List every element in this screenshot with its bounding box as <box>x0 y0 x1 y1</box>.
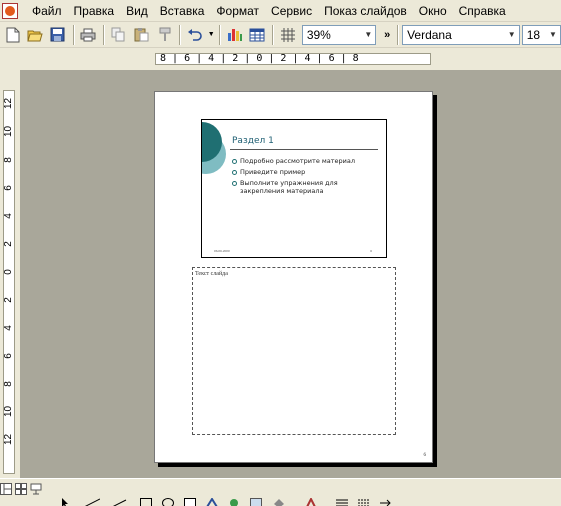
new-icon[interactable] <box>2 24 24 46</box>
line-style-icon[interactable] <box>336 497 350 506</box>
slideshow-view-icon[interactable] <box>30 483 42 495</box>
fill-color-icon[interactable] <box>272 497 296 506</box>
vruler-label: 2 <box>3 297 14 303</box>
textbox-icon[interactable] <box>184 497 198 506</box>
slide-decoration <box>202 122 226 174</box>
ellipse-icon[interactable] <box>162 497 176 506</box>
vruler-label: 12 <box>3 433 14 445</box>
font-name-value: Verdana <box>407 27 452 42</box>
toolbar-overflow-icon[interactable]: » <box>380 25 394 45</box>
vruler-label: 4 <box>3 213 14 219</box>
copy-icon[interactable] <box>108 24 130 46</box>
ruler-labels: 8 | 6 | 4 | 2 | 0 | 2 | 4 | 6 | 8 <box>160 53 359 64</box>
menu-slideshow[interactable]: Показ слайдов <box>318 1 413 21</box>
rectangle-icon[interactable] <box>140 497 154 506</box>
chart-icon[interactable] <box>224 24 246 46</box>
notes-placeholder[interactable]: Текст слайда <box>192 267 396 435</box>
arrow-icon[interactable] <box>112 497 132 506</box>
slide-number: 6 <box>370 249 372 253</box>
vruler-label: 8 <box>3 381 14 387</box>
chevron-down-icon[interactable]: ▼ <box>505 26 519 44</box>
bottom-bar <box>0 478 561 506</box>
slide-title-underline <box>230 149 378 150</box>
vruler-label: 12 <box>3 97 14 109</box>
toolbar-separator <box>219 24 222 45</box>
zoom-value: 39% <box>306 27 331 42</box>
undo-icon[interactable] <box>184 24 206 46</box>
toolbar-separator <box>103 24 106 45</box>
chevron-down-icon[interactable]: ▼ <box>546 26 560 44</box>
horizontal-ruler[interactable]: 8 | 6 | 4 | 2 | 0 | 2 | 4 | 6 | 8 <box>155 53 431 65</box>
font-name-select[interactable]: Verdana ▼ <box>402 24 520 45</box>
toolbar-separator <box>72 24 75 45</box>
font-color-icon[interactable] <box>304 496 328 506</box>
horizontal-ruler-strip: 8 | 6 | 4 | 2 | 0 | 2 | 4 | 6 | 8 <box>0 48 561 70</box>
normal-view-icon[interactable] <box>0 483 12 495</box>
slide-bullet-list: Подробно рассмотрите материал Приведите … <box>232 157 382 198</box>
toolbar-separator <box>178 24 181 45</box>
menu-help[interactable]: Справка <box>453 1 512 21</box>
slide-date: 06.06.2000 <box>214 249 230 253</box>
slide-title: Раздел 1 <box>232 136 274 146</box>
menu-file[interactable]: Файл <box>26 1 68 21</box>
toolbar-separator <box>397 24 400 45</box>
format-painter-icon[interactable] <box>153 24 175 46</box>
print-icon[interactable] <box>78 24 100 46</box>
standard-toolbar: ▼ 39% ▼ » Verdana ▼ 18 ▼ <box>0 22 561 48</box>
vruler-label: 10 <box>3 405 14 417</box>
menu-insert[interactable]: Вставка <box>154 1 211 21</box>
zoom-select[interactable]: 39% ▼ <box>301 24 377 45</box>
chevron-down-icon[interactable]: ▼ <box>361 26 375 44</box>
menu-view[interactable]: Вид <box>120 1 154 21</box>
notes-placeholder-text: Текст слайда <box>195 271 228 277</box>
vruler-label: 6 <box>3 185 14 191</box>
dash-style-icon[interactable] <box>358 497 372 506</box>
slide-bullet: Выполните упражнения для закрепления мат… <box>232 179 382 195</box>
vruler-label: 0 <box>3 269 14 275</box>
font-size-select[interactable]: 18 ▼ <box>521 24 561 45</box>
table-icon[interactable] <box>247 24 269 46</box>
menu-window[interactable]: Окно <box>413 1 453 21</box>
view-buttons <box>0 483 45 495</box>
slide-bullet: Приведите пример <box>232 168 382 176</box>
wordart-icon[interactable] <box>206 497 220 506</box>
paste-icon[interactable] <box>131 24 153 46</box>
drawing-toolbar <box>60 496 561 506</box>
select-arrow-icon[interactable] <box>60 497 76 506</box>
undo-dropdown-icon[interactable]: ▼ <box>206 25 216 45</box>
menu-edit[interactable]: Правка <box>68 1 121 21</box>
page-number: 6 <box>423 453 427 458</box>
font-size-value: 18 <box>526 27 541 42</box>
sorter-view-icon[interactable] <box>15 483 27 495</box>
arrow-style-icon[interactable] <box>380 497 394 506</box>
toolbar-separator <box>272 24 275 45</box>
app-icon[interactable] <box>2 2 18 19</box>
clipart-icon[interactable] <box>228 497 242 506</box>
menu-format[interactable]: Формат <box>210 1 265 21</box>
save-icon[interactable] <box>47 24 69 46</box>
vruler-label: 10 <box>3 125 14 137</box>
vertical-ruler-strip: 12 10 8 6 4 2 0 2 4 6 8 10 12 <box>0 70 20 478</box>
grid-icon[interactable] <box>277 24 299 46</box>
vertical-ruler[interactable]: 12 10 8 6 4 2 0 2 4 6 8 10 12 <box>3 90 15 474</box>
vruler-label: 6 <box>3 353 14 359</box>
line-icon[interactable] <box>84 497 104 506</box>
menu-bar: Файл Правка Вид Вставка Формат Сервис По… <box>0 0 561 22</box>
vruler-label: 2 <box>3 241 14 247</box>
vruler-label: 4 <box>3 325 14 331</box>
vruler-label: 8 <box>3 157 14 163</box>
slide-bullet: Подробно рассмотрите материал <box>232 157 382 165</box>
picture-icon[interactable] <box>250 497 264 506</box>
menu-tools[interactable]: Сервис <box>265 1 318 21</box>
open-icon[interactable] <box>25 24 47 46</box>
slide-thumbnail[interactable]: Раздел 1 Подробно рассмотрите материал П… <box>201 119 387 258</box>
